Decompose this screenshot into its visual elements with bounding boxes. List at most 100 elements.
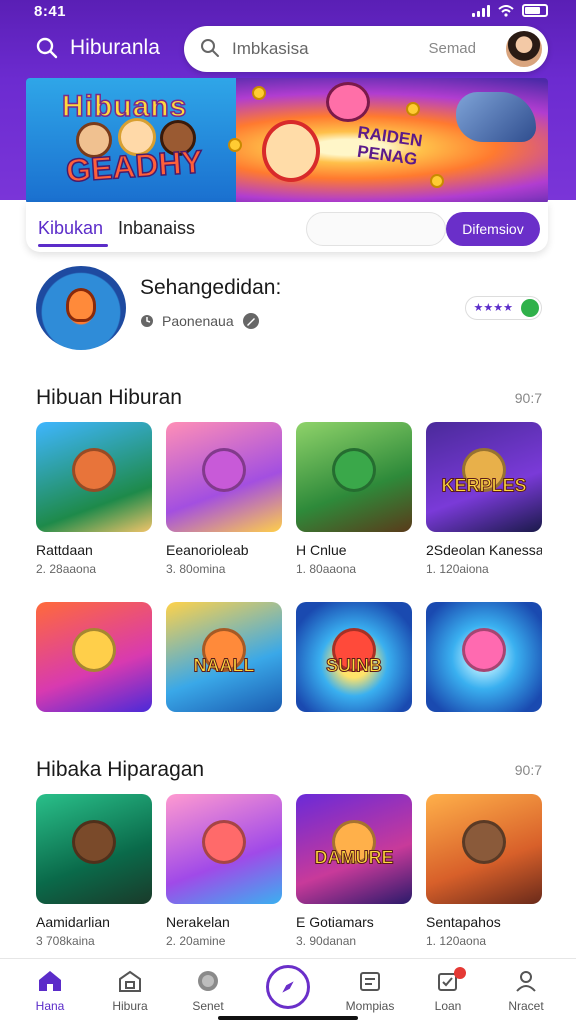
game-character — [72, 628, 116, 673]
online-status-icon — [521, 299, 539, 317]
game-thumbnail — [36, 422, 152, 532]
tab-bar: Kibukan Inbanaiss Difemsiov — [26, 202, 548, 252]
card-icon — [360, 972, 380, 991]
game-thumbnail — [36, 602, 152, 712]
wifi-icon — [498, 4, 514, 17]
search-submit-button[interactable]: Semad — [428, 40, 476, 57]
edit-icon[interactable] — [242, 312, 260, 330]
filter-field[interactable] — [306, 212, 446, 246]
game-character — [462, 628, 506, 673]
status-icons — [472, 4, 548, 17]
game-play-count: 3. 80omina — [166, 562, 226, 576]
featured-game[interactable]: Sehangedidan: Paonenaua ★★★★ — [36, 266, 546, 356]
nav-item-notifications[interactable]: Loan — [408, 967, 488, 1013]
section-title: Hibaka Hiparagan — [36, 758, 205, 781]
game-title: Sentapahos — [426, 914, 501, 930]
game-thumbnail — [36, 794, 152, 904]
game-card[interactable]: H Cnlue 1. 80aaona — [296, 422, 412, 576]
game-card[interactable]: Eeanorioleab 3. 80omina — [166, 422, 282, 576]
filter-button[interactable]: Difemsiov — [446, 212, 540, 246]
game-card[interactable]: SUINB — [296, 602, 412, 712]
game-character — [72, 820, 116, 865]
search-placeholder: Imbkasisa — [232, 39, 309, 58]
nav-item-store[interactable]: Hibura — [90, 967, 170, 1013]
game-logo-text: NAALL — [193, 655, 255, 676]
avatar[interactable] — [504, 29, 544, 69]
status-time: 8:41 — [34, 3, 67, 20]
bottom-navigation: Hana Hibura Senet Mompias Loan Nracet — [0, 958, 576, 1024]
game-card[interactable]: Sentapahos 1. 120aona — [426, 794, 542, 948]
game-card[interactable]: DAMURE E Gotiamars 3. 90danan — [296, 794, 412, 948]
game-card[interactable]: NAALL — [166, 602, 282, 712]
nav-item-home[interactable]: Hana — [10, 967, 90, 1013]
game-play-count: 2. 28aaona — [36, 562, 97, 576]
tab-kibukan[interactable]: Kibukan — [38, 218, 103, 239]
game-title: Rattdaan — [36, 542, 93, 558]
promo-banner[interactable]: Hibuans GEADHY RAIDEN PENAG — [26, 78, 548, 204]
game-thumbnail — [426, 602, 542, 712]
home-icon — [39, 971, 61, 991]
game-thumbnail: SUINB — [296, 602, 412, 712]
game-title: Eeanorioleab — [166, 542, 249, 558]
game-play-count: 1. 120aiona — [426, 562, 489, 576]
featured-meta-text: Paonenaua — [162, 313, 234, 329]
section-header: Hibaka Hiparagan 90:7 — [36, 758, 542, 786]
game-title: H Cnlue — [296, 542, 347, 558]
game-card[interactable] — [36, 602, 152, 712]
brand[interactable]: Hiburanla — [36, 36, 160, 60]
section-title: Hibuan Hiburan — [36, 386, 182, 409]
game-thumbnail — [426, 794, 542, 904]
featured-thumbnail — [36, 266, 126, 350]
game-character — [72, 448, 116, 493]
compass-icon — [282, 981, 294, 993]
game-card[interactable]: Nerakelan 2. 20amine — [166, 794, 282, 948]
search-input[interactable]: Imbkasisa Semad — [184, 26, 548, 72]
game-card[interactable]: Aamidarlian 3 708kaina — [36, 794, 152, 948]
game-thumbnail — [296, 422, 412, 532]
game-character — [202, 448, 246, 493]
banner-promo-text: RAIDEN PENAG — [356, 122, 424, 169]
game-title: Nerakelan — [166, 914, 230, 930]
play-button[interactable] — [266, 965, 310, 1009]
nav-item-profile[interactable]: Nracet — [486, 967, 566, 1013]
coin-icon — [228, 138, 242, 152]
banner-spaceship — [456, 92, 536, 142]
brand-label: Hiburanla — [70, 36, 160, 59]
game-character — [332, 448, 376, 493]
signal-icon — [472, 4, 490, 17]
nav-label: Senet — [192, 999, 224, 1013]
game-card[interactable] — [426, 602, 542, 712]
game-play-count: 3 708kaina — [36, 934, 95, 948]
home-indicator — [218, 1016, 358, 1020]
nav-label: Mompias — [345, 999, 395, 1013]
game-logo-text: KERPLES — [441, 475, 527, 496]
game-card[interactable]: Rattdaan 2. 28aaona — [36, 422, 152, 576]
coin-icon — [430, 174, 444, 188]
rating-stars: ★★★★ — [473, 302, 513, 314]
coin-icon — [252, 86, 266, 100]
nav-label: Loan — [434, 999, 462, 1013]
see-all-link[interactable]: 90:7 — [515, 390, 542, 406]
game-title: Aamidarlian — [36, 914, 110, 930]
game-play-count: 3. 90danan — [296, 934, 357, 948]
banner-character — [262, 120, 320, 182]
nav-item-tasks[interactable]: Mompias — [330, 967, 410, 1013]
game-card[interactable]: KERPLES 2Sdeolan Kanessan 1. 120aiona — [426, 422, 542, 576]
nav-label: Hana — [35, 999, 65, 1013]
game-thumbnail — [166, 794, 282, 904]
tab-inbanaiss[interactable]: Inbanaiss — [118, 218, 195, 239]
see-all-link[interactable]: 90:7 — [515, 762, 542, 778]
game-logo-text: SUINB — [325, 655, 383, 676]
game-logo-text: DAMURE — [314, 847, 394, 868]
tab-active-indicator — [38, 244, 108, 247]
app-screen: 8:41 Hiburanla Imbkasisa Semad Hibuans G… — [0, 0, 576, 1024]
nav-item-coins[interactable]: Senet — [168, 967, 248, 1013]
game-thumbnail: DAMURE — [296, 794, 412, 904]
clock-icon — [141, 315, 153, 327]
coin-icon — [406, 102, 420, 116]
banner-character — [326, 82, 370, 122]
coin-icon — [198, 971, 218, 991]
store-icon — [119, 970, 141, 992]
game-thumbnail: KERPLES — [426, 422, 542, 532]
game-thumbnail: NAALL — [166, 602, 282, 712]
